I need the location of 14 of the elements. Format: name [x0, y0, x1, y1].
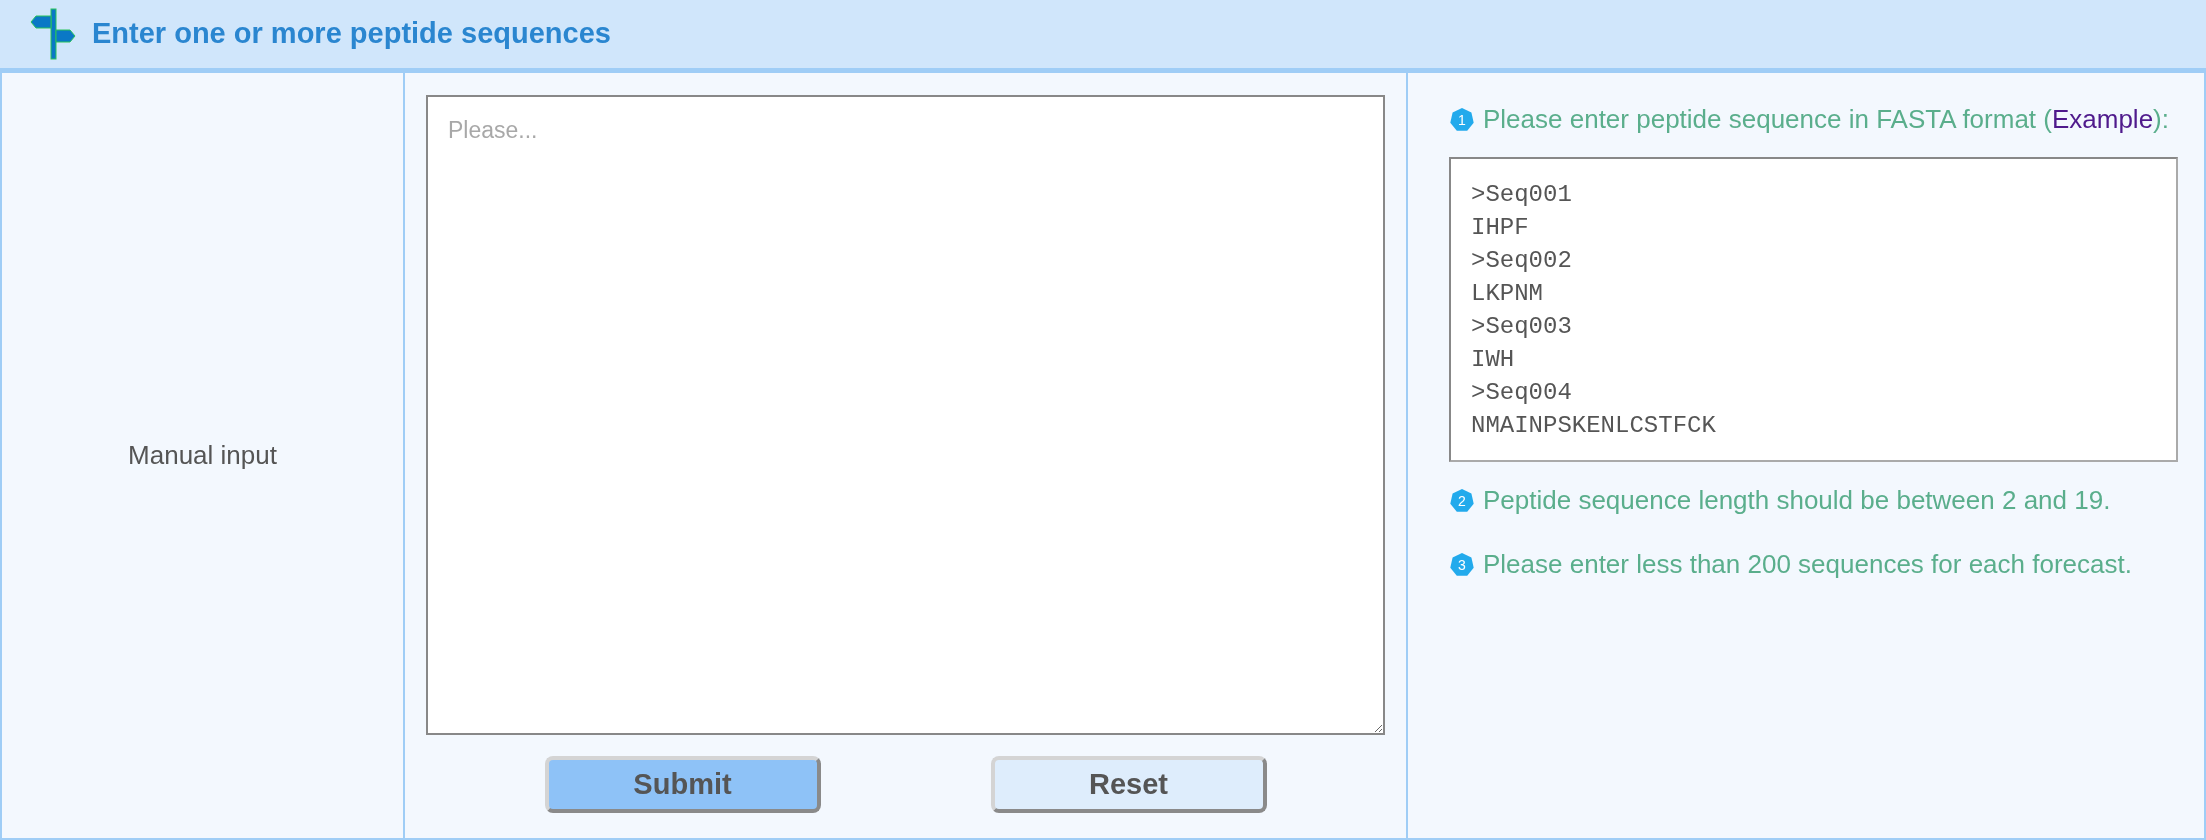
number-badge: 3 [1449, 552, 1475, 578]
fasta-example-text: >Seq001 IHPF >Seq002 LKPNM >Seq003 IWH >Seq004 NMAINPSKENLCSTFCK [1449, 157, 2178, 462]
instruction-text: 3 Please enter less than 200 sequences for each forecast. [1449, 532, 2178, 596]
sequence-input-field[interactable]: Please... [426, 95, 1385, 735]
instruction-text: 1 Please enter peptide sequence in FASTA format (Example): [1449, 87, 2178, 151]
reset-button[interactable]: Reset [990, 756, 1267, 813]
signpost-icon [30, 8, 76, 60]
instruction-text: 2 Peptide sequence length should be between 2 and 19. [1449, 468, 2178, 532]
example-link[interactable]: Example [2051, 104, 2154, 134]
number-badge: 1 [1449, 107, 1475, 133]
number-badge: 2 [1449, 488, 1475, 514]
section-title: Enter one or more peptide sequences [92, 16, 611, 52]
row-label: Manual input [128, 439, 277, 472]
submit-button[interactable]: Submit [544, 756, 821, 813]
